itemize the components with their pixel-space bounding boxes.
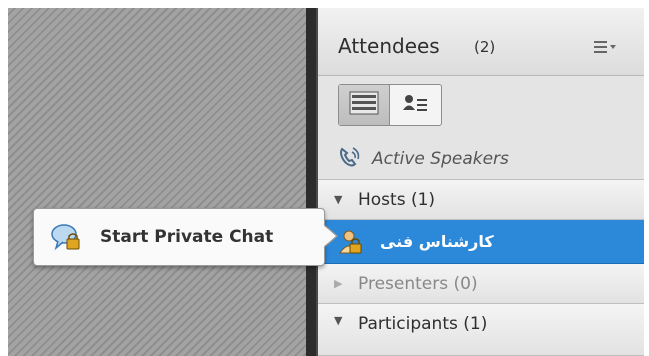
pod-title: Attendees bbox=[338, 34, 440, 58]
expand-arrow-icon: ▼ bbox=[334, 314, 343, 327]
attendee-card-icon bbox=[401, 91, 429, 119]
expand-arrow-icon: ▼ bbox=[334, 193, 343, 206]
list-view-button[interactable] bbox=[339, 85, 390, 125]
pod-header: Attendees (2) bbox=[318, 8, 644, 76]
presenters-section-header[interactable]: ▶ Presenters (0) bbox=[318, 264, 644, 304]
hosts-section-header[interactable]: ▼ Hosts (1) bbox=[318, 180, 644, 220]
start-private-chat-menu-item[interactable]: Start Private Chat bbox=[33, 208, 325, 266]
active-speakers-label: Active Speakers bbox=[372, 148, 509, 169]
attendee-card-view-button[interactable] bbox=[390, 85, 440, 125]
active-speakers-row: Active Speakers bbox=[318, 138, 644, 180]
phone-speaking-icon bbox=[338, 146, 362, 172]
meeting-window: Attendees (2) Active Speakers ▼ Hosts (1… bbox=[0, 0, 649, 356]
view-toolbar bbox=[318, 76, 644, 138]
presenters-label: Presenters (0) bbox=[358, 273, 478, 294]
pod-divider bbox=[306, 8, 316, 356]
host-user-name: کارشناس فنی bbox=[380, 232, 494, 251]
list-view-icon bbox=[349, 91, 379, 119]
hosts-label: Hosts (1) bbox=[358, 189, 436, 210]
collapsed-arrow-icon: ▶ bbox=[334, 277, 343, 290]
attendee-count: (2) bbox=[474, 38, 496, 56]
private-chat-bubble-lock-icon bbox=[50, 222, 82, 252]
host-avatar-lock-icon bbox=[338, 229, 364, 255]
popup-pointer-fill bbox=[321, 223, 336, 249]
stage-background bbox=[8, 8, 306, 356]
participants-section-header[interactable]: ▼ Participants (1) bbox=[318, 304, 644, 356]
attendees-pod: Attendees (2) Active Speakers ▼ Hosts (1… bbox=[316, 8, 644, 356]
start-private-chat-label: Start Private Chat bbox=[100, 227, 274, 247]
list-menu-icon[interactable] bbox=[594, 39, 620, 57]
participants-label: Participants (1) bbox=[358, 314, 488, 334]
attendee-row-host[interactable]: کارشناس فنی bbox=[318, 220, 644, 264]
view-toggle bbox=[338, 84, 442, 126]
